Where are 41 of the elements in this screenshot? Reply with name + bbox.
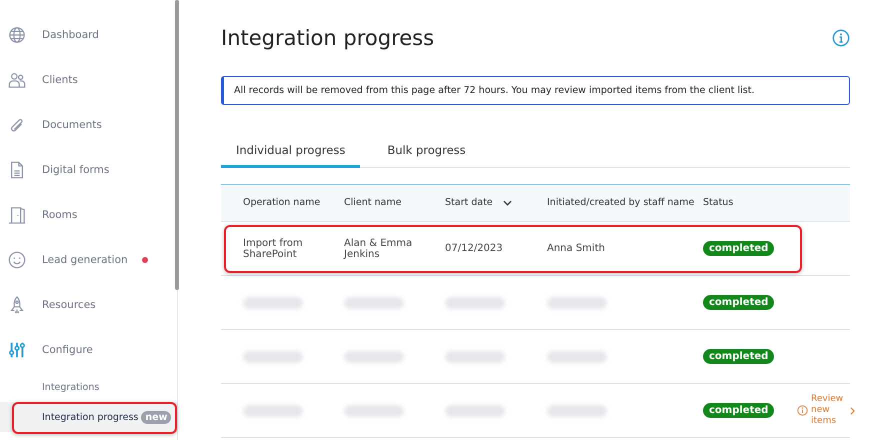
nav-item[interactable]: Lead generation	[42, 254, 128, 266]
column-header: Client name	[344, 198, 402, 208]
page-title: Integration progress	[221, 26, 434, 50]
nav-item[interactable]: Digital forms	[42, 164, 110, 176]
scrollbar-thumb[interactable]	[175, 0, 179, 290]
table-cell: 07/12/2023	[445, 243, 503, 254]
nav-item[interactable]: Configure	[42, 344, 93, 356]
column-header: Status	[703, 198, 734, 208]
new-badge: new	[141, 410, 172, 424]
column-header: Operation name	[243, 198, 320, 208]
status-badge: completed	[703, 295, 774, 310]
table-cell: Anna Smith	[547, 243, 605, 254]
nav-subitem[interactable]: Integrations	[42, 382, 100, 392]
chevron-down-icon[interactable]	[502, 200, 512, 206]
nav-item[interactable]: Resources	[42, 298, 96, 310]
nav-item[interactable]: Documents	[42, 118, 102, 130]
nav-item[interactable]: Rooms	[42, 208, 78, 220]
smiley-icon	[8, 250, 26, 268]
notice-banner: All records will be removed from this page after 72 hours. You may review imported items from the client list.	[221, 76, 850, 105]
info-icon	[797, 405, 808, 416]
column-header: Initiated/created by staff name	[547, 198, 694, 208]
tab[interactable]: Individual progress	[221, 139, 360, 168]
chevron-right-icon[interactable]	[850, 406, 855, 414]
status-badge: completed	[703, 403, 774, 418]
globe-icon	[8, 26, 26, 44]
nav-item[interactable]: Clients	[42, 74, 78, 86]
table-cell: Alan & Emma Jenkins	[344, 238, 412, 260]
review-link[interactable]: Review new items	[811, 394, 843, 428]
door-icon	[8, 206, 26, 224]
nav-item[interactable]: Dashboard	[42, 28, 99, 40]
people-icon	[8, 70, 26, 88]
rocket-icon	[8, 296, 26, 314]
sliders-icon	[8, 340, 26, 358]
table-cell: Import from SharePoint	[243, 238, 303, 260]
tab[interactable]: Bulk progress	[372, 139, 481, 168]
status-badge: completed	[703, 241, 774, 256]
column-header[interactable]: Start date	[445, 198, 493, 208]
document-icon	[8, 160, 26, 178]
nav-subitem[interactable]: Integration progress	[42, 412, 138, 422]
status-badge: completed	[703, 349, 774, 364]
info-icon[interactable]	[832, 29, 850, 47]
